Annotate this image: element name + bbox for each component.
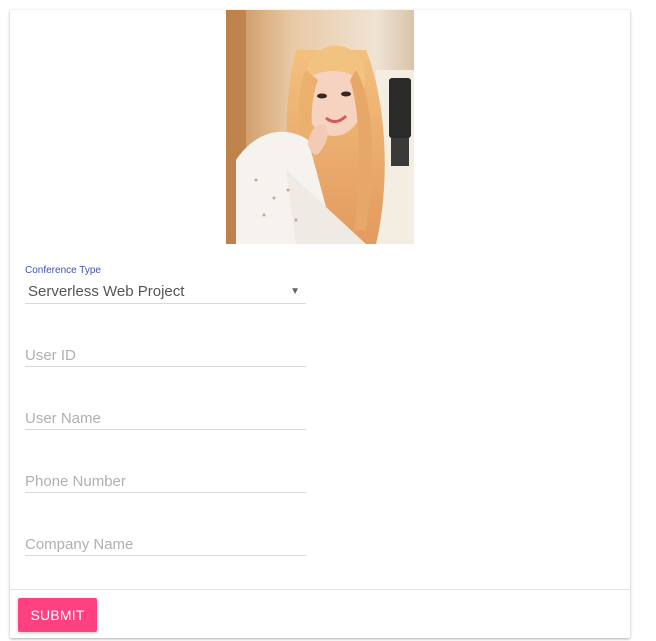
- profile-photo: [226, 10, 414, 244]
- phone-number-input[interactable]: [25, 471, 306, 492]
- phone-number-field: [25, 471, 306, 493]
- company-name-underline: [25, 555, 306, 556]
- registration-card: Conference Type Serverless Web Project ▼…: [10, 10, 630, 638]
- submit-button[interactable]: SUBMIT: [18, 598, 97, 632]
- user-id-field: [25, 345, 306, 367]
- dropdown-arrow-icon[interactable]: ▼: [290, 286, 300, 298]
- company-name-input[interactable]: [25, 534, 306, 555]
- user-name-field: [25, 408, 306, 430]
- conference-type-underline: [25, 303, 306, 304]
- user-id-input[interactable]: [25, 345, 306, 366]
- phone-number-underline: [25, 492, 306, 493]
- user-name-underline: [25, 429, 306, 430]
- company-name-field: [25, 534, 306, 556]
- card-actions: SUBMIT: [10, 589, 630, 639]
- user-id-underline: [25, 366, 306, 367]
- conference-type-select[interactable]: Conference Type Serverless Web Project ▼: [25, 265, 306, 304]
- user-name-input[interactable]: [25, 408, 306, 429]
- conference-type-value[interactable]: Serverless Web Project: [28, 283, 184, 301]
- conference-type-label: Conference Type: [25, 265, 101, 276]
